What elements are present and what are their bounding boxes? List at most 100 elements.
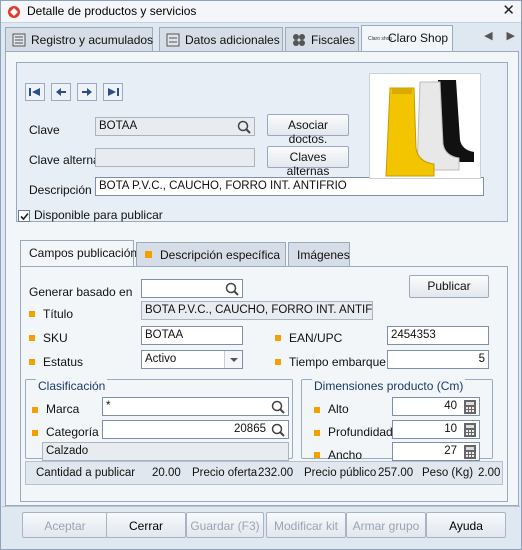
required-marker [314,452,320,458]
claves-alternas-button[interactable]: Claves alternas [267,146,349,178]
search-icon[interactable] [269,399,287,416]
tab-descripcion-especifica[interactable]: Descripción específica [136,242,286,266]
titulo-field[interactable]: BOTA P.V.C., CAUCHO, FORRO INT. ANTIFRIO [141,301,373,320]
data-icon [166,33,180,47]
estatus-value: Activo [145,353,177,365]
check-icon [20,212,29,221]
required-marker [275,359,281,365]
ean-label: EAN/UPC [289,331,343,345]
tab-fiscales-label: Fiscales [311,33,356,47]
ancho-value: 27 [444,445,457,457]
required-marker [32,407,38,413]
app-icon [8,6,20,18]
first-record-button[interactable] [25,83,45,101]
aceptar-button[interactable]: Aceptar [22,512,108,538]
required-marker [32,430,38,436]
chevron-down-icon [230,358,238,362]
tiempo-field[interactable]: 5 [387,350,489,369]
profundidad-value: 10 [444,423,457,435]
register-icon [12,33,26,47]
required-marker [275,335,281,341]
clave-value: BOTAA [99,120,138,132]
required-marker [29,335,35,341]
generar-field[interactable] [141,279,243,298]
sku-field[interactable]: BOTAA [141,326,243,345]
tab-scroll-right-icon[interactable]: ▶ [507,30,515,42]
tab-datos-adicionales[interactable]: Datos adicionales [159,27,283,51]
modificar-kit-button[interactable]: Modificar kit [266,512,346,538]
dropdown-button[interactable] [224,351,242,368]
oferta-label: Precio oferta [192,467,258,479]
publicar-button[interactable]: Publicar [409,275,489,298]
tab-scroll[interactable]: ◀ ▶ [470,29,515,42]
guardar-button[interactable]: Guardar (F3) [186,512,264,538]
product-photo [369,73,481,179]
previous-record-button[interactable] [51,83,71,101]
ancho-label: Ancho [328,448,363,462]
marca-field[interactable]: * [102,397,289,416]
categoria-field[interactable]: 20865 [102,420,289,439]
estatus-label: Estatus [43,355,84,369]
product-group: Clave BOTAA Asociar doctos. Clave altern… [16,62,508,222]
ean-field[interactable]: 2454353 [387,326,489,345]
required-marker [314,430,320,436]
armar-grupo-button[interactable]: Armar grupo [346,512,426,538]
clave-alterna-field[interactable] [95,148,255,167]
search-icon[interactable] [223,281,241,298]
tab-imagenes-label: Imágenes [297,248,350,262]
categoria-name-field: Calzado [42,442,289,461]
publico-label: Precio público [304,467,377,479]
close-icon[interactable]: ✕ [502,1,515,19]
tab-claro-label: Claro Shop [388,31,449,45]
asociar-doctos-button[interactable]: Asociar doctos. [267,114,349,146]
tab-imagenes[interactable]: Imágenes [288,242,350,266]
claro-shop-logo: Claro shop [368,36,393,42]
tab-fiscales[interactable]: Fiscales [285,27,359,51]
oferta-value: 232.00 [258,467,294,479]
tab-claro-shop[interactable]: Claro shopClaro Shop [361,25,453,51]
clasificacion-title: Clasificación [36,379,108,393]
profundidad-field[interactable]: 10 [392,420,480,439]
cerrar-button[interactable]: Cerrar [106,512,186,538]
disponible-checkbox[interactable] [18,210,30,222]
tiempo-label: Tiempo embarque [289,355,386,369]
ancho-field[interactable]: 27 [392,442,480,461]
last-record-button[interactable] [103,83,123,101]
summary-bar: Cantidad a publicar 20.00 Precio oferta … [25,461,503,485]
next-record-button[interactable] [77,83,97,101]
calculator-icon[interactable] [462,399,478,415]
grid-icon [293,34,305,46]
alto-field[interactable]: 40 [392,397,480,416]
clave-alterna-label: Clave alterna [29,153,100,167]
profundidad-label: Profundidad [328,425,393,439]
campos-publicacion-panel: Generar basado en Publicar Título BOTA P… [20,266,508,502]
tab-registro-label: Registro y acumulados [31,33,154,47]
tab-campos-publicacion[interactable]: Campos publicación [20,240,138,266]
descripcion-label: Descripción [29,183,92,197]
required-marker [29,359,35,365]
first-icon [29,88,40,96]
estatus-select[interactable]: Activo [141,350,243,369]
sku-label: SKU [43,331,68,345]
disponible-label: Disponible para publicar [34,208,163,222]
required-marker [314,407,320,413]
dimensiones-group: Dimensiones producto (Cm) Alto 40 Profun… [301,379,493,462]
clave-field[interactable]: BOTAA [95,117,255,136]
categoria-value: 20865 [234,423,266,435]
previous-icon [56,88,66,96]
titulo-label: Título [43,307,74,321]
dimensiones-title: Dimensiones producto (Cm) [312,379,466,393]
tab-descripcion-label: Descripción específica [160,248,281,262]
tab-registro[interactable]: Registro y acumulados [5,27,153,51]
search-icon[interactable] [269,422,287,439]
next-icon [82,88,92,96]
tab-scroll-left-icon[interactable]: ◀ [484,30,492,42]
ayuda-button[interactable]: Ayuda [426,512,506,538]
marca-label: Marca [46,402,80,416]
tab-campos-label: Campos publicación [29,246,138,260]
title-bar: Detalle de productos y servicios ✕ [1,1,521,23]
search-icon[interactable] [235,119,253,136]
calculator-icon[interactable] [462,444,478,460]
tab-datos-label: Datos adicionales [185,33,280,47]
calculator-icon[interactable] [462,422,478,438]
